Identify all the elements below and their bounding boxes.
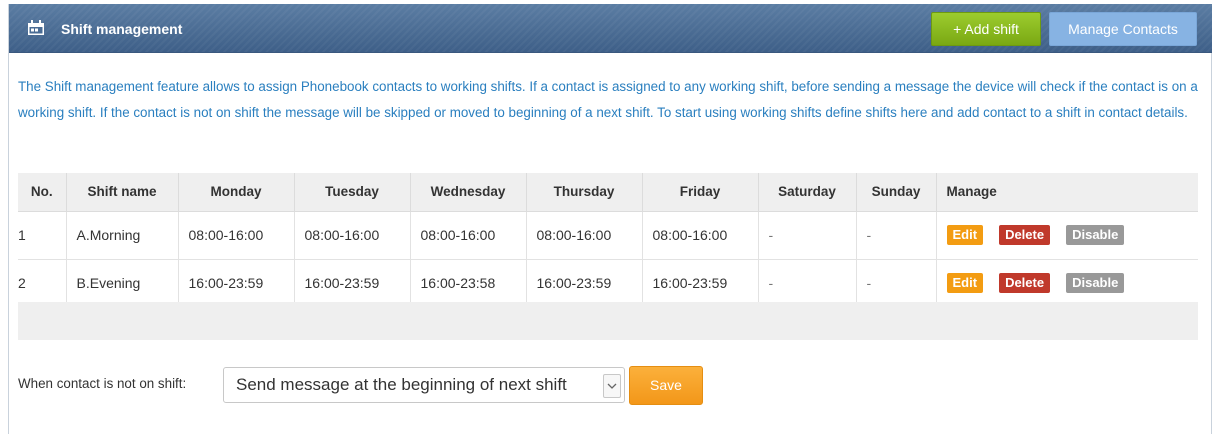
- cell-saturday: -: [757, 259, 856, 308]
- cell-no: 1: [18, 211, 66, 260]
- delete-button[interactable]: Delete: [999, 225, 1051, 245]
- cell-sunday: -: [855, 211, 936, 260]
- cell-monday: 16:00-23:59: [177, 259, 294, 308]
- cell-sunday: -: [855, 259, 936, 308]
- table-footer: [18, 302, 1198, 340]
- table-row: 1 A.Morning 08:00-16:00 08:00-16:00 08:0…: [18, 211, 1198, 260]
- disable-button[interactable]: Disable: [1066, 225, 1125, 245]
- cell-wednesday: 16:00-23:58: [409, 259, 526, 308]
- edit-button[interactable]: Edit: [946, 273, 984, 293]
- column-header-friday: Friday: [641, 173, 758, 212]
- cell-friday: 08:00-16:00: [641, 211, 758, 260]
- off-shift-label: When contact is not on shift:: [18, 376, 187, 391]
- column-header-manage: Manage: [935, 173, 1198, 212]
- cell-shift-name: A.Morning: [65, 211, 178, 260]
- column-header-monday: Monday: [177, 173, 294, 212]
- cell-no: 2: [18, 259, 66, 308]
- off-shift-select[interactable]: Send message at the beginning of next sh…: [223, 367, 625, 403]
- cell-monday: 08:00-16:00: [177, 211, 294, 260]
- shift-management-panel: Shift management + Add shift Manage Cont…: [8, 4, 1212, 434]
- panel-header: Shift management + Add shift Manage Cont…: [9, 4, 1212, 53]
- table-row: 2 B.Evening 16:00-23:59 16:00-23:59 16:0…: [18, 259, 1198, 308]
- column-header-shift-name: Shift name: [65, 173, 178, 212]
- manage-contacts-button[interactable]: Manage Contacts: [1049, 12, 1197, 46]
- cell-saturday: -: [757, 211, 856, 260]
- save-button[interactable]: Save: [629, 366, 703, 405]
- cell-friday: 16:00-23:59: [641, 259, 758, 308]
- delete-button[interactable]: Delete: [999, 273, 1051, 293]
- page-title: Shift management: [61, 21, 183, 37]
- column-header-thursday: Thursday: [525, 173, 642, 212]
- add-shift-button[interactable]: + Add shift: [931, 12, 1041, 46]
- cell-thursday: 16:00-23:59: [525, 259, 642, 308]
- chevron-down-icon[interactable]: [603, 374, 621, 398]
- column-header-sunday: Sunday: [855, 173, 936, 212]
- disable-button[interactable]: Disable: [1066, 273, 1125, 293]
- cell-wednesday: 08:00-16:00: [409, 211, 526, 260]
- edit-button[interactable]: Edit: [946, 225, 984, 245]
- shifts-table: No. Shift name Monday Tuesday Wednesday …: [18, 173, 1198, 308]
- calendar-icon: [27, 20, 45, 36]
- column-header-wednesday: Wednesday: [409, 173, 526, 212]
- cell-manage: Edit Delete Disable: [935, 259, 1198, 308]
- cell-shift-name: B.Evening: [65, 259, 178, 308]
- table-header-row: No. Shift name Monday Tuesday Wednesday …: [18, 173, 1198, 212]
- cell-tuesday: 16:00-23:59: [293, 259, 410, 308]
- off-shift-select-value: Send message at the beginning of next sh…: [236, 375, 567, 394]
- info-text: The Shift management feature allows to a…: [18, 79, 1198, 120]
- column-header-saturday: Saturday: [757, 173, 856, 212]
- cell-manage: Edit Delete Disable: [935, 211, 1198, 260]
- cell-tuesday: 08:00-16:00: [293, 211, 410, 260]
- cell-thursday: 08:00-16:00: [525, 211, 642, 260]
- column-header-no: No.: [18, 173, 66, 212]
- column-header-tuesday: Tuesday: [293, 173, 410, 212]
